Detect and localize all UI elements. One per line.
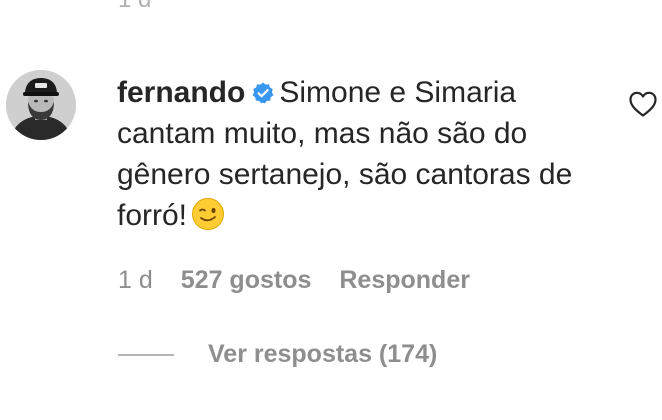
- avatar[interactable]: [6, 70, 76, 140]
- comment-timestamp: 1 d: [118, 266, 153, 294]
- comment-username[interactable]: fernando: [117, 76, 245, 109]
- reply-button[interactable]: Responder: [339, 266, 470, 295]
- verified-badge-icon: [252, 82, 274, 104]
- heart-outline-icon[interactable]: [628, 90, 658, 118]
- replies-divider-line: [118, 353, 174, 356]
- winking-face-emoji-icon: [192, 198, 225, 230]
- likes-count[interactable]: 527 gostos: [181, 266, 312, 295]
- previous-comment-timestamp: 1 d: [118, 0, 151, 14]
- view-replies-button[interactable]: Ver respostas (174): [118, 340, 437, 369]
- comment-meta: 1 d 527 gostos Responder: [118, 266, 470, 295]
- view-replies-label: Ver respostas (174): [208, 340, 438, 368]
- comment-body: fernando Simone e Simaria cantam muito, …: [117, 72, 617, 236]
- avatar-image: [6, 70, 76, 140]
